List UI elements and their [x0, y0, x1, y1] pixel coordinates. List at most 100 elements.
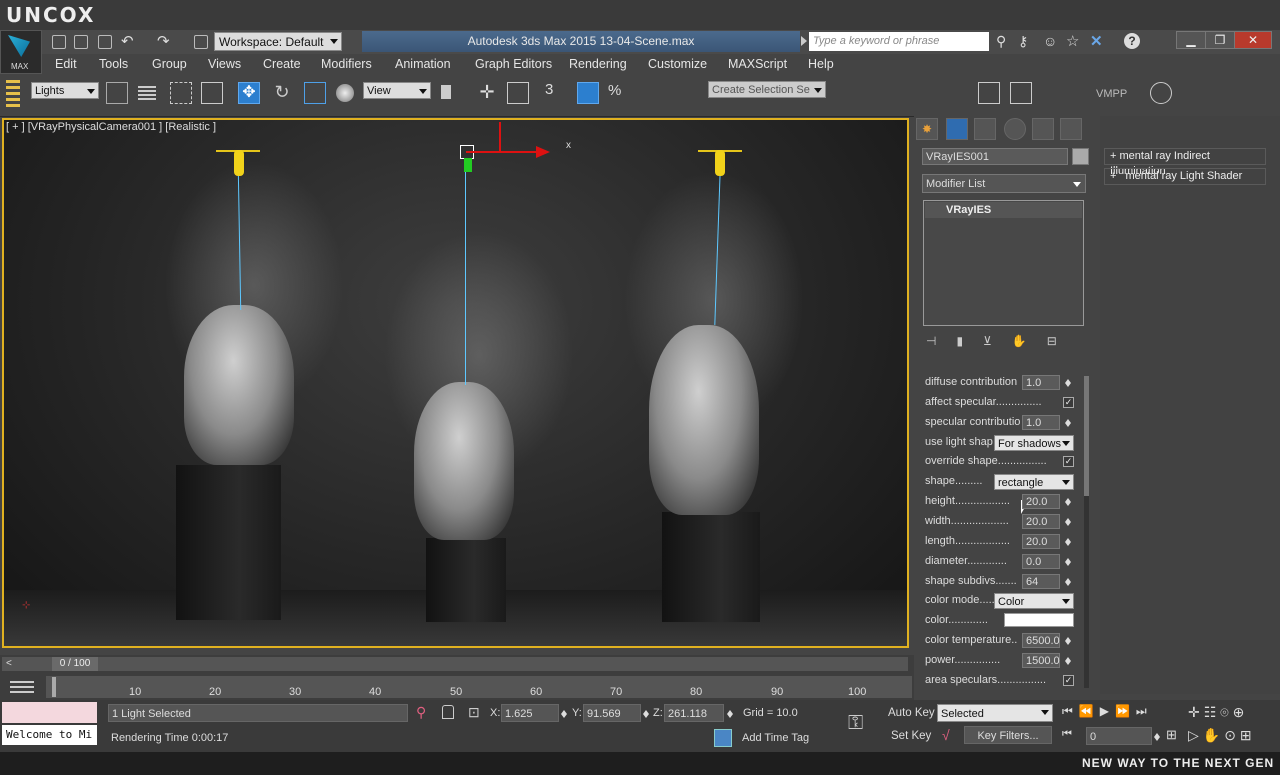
- viewport[interactable]: x ⊹: [2, 118, 909, 648]
- playback-controls[interactable]: ⏮⏪▶⏩⏭: [1062, 704, 1153, 719]
- add-time-tag[interactable]: Add Time Tag: [742, 732, 809, 744]
- star-icon[interactable]: ☆: [1066, 32, 1079, 50]
- object-name-field[interactable]: VRayIES001: [922, 148, 1068, 165]
- undo-icon[interactable]: ↶: [121, 32, 134, 50]
- key-icon[interactable]: ⚷: [1018, 33, 1028, 50]
- modifier-stack-item[interactable]: VRayIES: [925, 202, 1082, 218]
- layer-manager-icon[interactable]: [908, 82, 930, 104]
- mini-curve-editor-icon[interactable]: [6, 677, 38, 697]
- spinner-arrows-icon[interactable]: [1064, 633, 1073, 648]
- auto-key-button[interactable]: Auto Key: [888, 707, 935, 719]
- spinner-arrows-icon[interactable]: [1064, 534, 1073, 549]
- maxscript-listener-white[interactable]: Welcome to Mi: [2, 725, 97, 745]
- percent-snap-icon[interactable]: %: [608, 82, 630, 104]
- align-icon[interactable]: [872, 82, 894, 104]
- spinner-arrows-icon[interactable]: [1064, 494, 1073, 509]
- schematic-view-icon[interactable]: [1010, 82, 1032, 104]
- display-tab-icon[interactable]: [1032, 118, 1054, 140]
- help-icon[interactable]: ?: [1124, 33, 1140, 49]
- material-editor-icon[interactable]: [1047, 82, 1069, 104]
- new-file-icon[interactable]: [52, 35, 66, 49]
- param-spinner-input[interactable]: 0.0: [1022, 554, 1060, 569]
- place-icon[interactable]: [336, 84, 354, 102]
- current-frame-input[interactable]: 0: [1086, 727, 1152, 745]
- create-tab-icon[interactable]: ✸: [916, 118, 938, 140]
- spinner-arrows-icon[interactable]: [1064, 375, 1073, 390]
- stack-controls[interactable]: ⊣▮⊻✋⊟: [926, 334, 1086, 352]
- select-by-name-icon[interactable]: [136, 82, 158, 104]
- modify-tab-icon[interactable]: [946, 118, 968, 140]
- binoculars-icon[interactable]: ⚲: [996, 33, 1006, 50]
- menu-maxscript[interactable]: MAXScript: [728, 57, 787, 71]
- menu-modifiers[interactable]: Modifiers: [321, 57, 372, 71]
- param-spinner-input[interactable]: 64: [1022, 574, 1060, 589]
- menu-edit[interactable]: Edit: [55, 57, 77, 71]
- maximize-button[interactable]: ❐: [1205, 31, 1235, 49]
- param-dropdown[interactable]: rectangle: [994, 474, 1074, 490]
- x-coordinate-input[interactable]: 1.625: [501, 704, 559, 722]
- time-configuration-icon[interactable]: ⊞: [1166, 727, 1177, 743]
- rendered-frame-icon[interactable]: [1188, 82, 1210, 104]
- x-spinner-icon[interactable]: [560, 706, 569, 721]
- time-slider-thumb[interactable]: 0 / 100: [52, 657, 98, 671]
- param-checkbox[interactable]: ✓: [1063, 397, 1074, 408]
- z-coordinate-input[interactable]: 261.118: [664, 704, 724, 722]
- viewport-label[interactable]: [ + ] [VRayPhysicalCamera001 ] [Realisti…: [6, 121, 216, 133]
- param-spinner-input[interactable]: 1.0: [1022, 415, 1060, 430]
- set-key-icon[interactable]: ⚿: [848, 712, 863, 735]
- select-and-rotate-icon[interactable]: ↻: [271, 82, 293, 104]
- close-button[interactable]: ✕: [1234, 31, 1272, 49]
- selection-lock-icon[interactable]: [442, 705, 454, 719]
- window-crossing-icon[interactable]: [201, 82, 223, 104]
- maxscript-listener-pink[interactable]: [2, 702, 97, 723]
- select-object-icon[interactable]: [106, 82, 128, 104]
- rollout-mental-ray-light-shader[interactable]: + mental ray Light Shader: [1104, 168, 1266, 185]
- object-color-swatch[interactable]: [1072, 148, 1089, 165]
- minimize-button[interactable]: ▁: [1176, 31, 1206, 49]
- param-dropdown[interactable]: For shadows: [994, 435, 1074, 451]
- spinner-arrows-icon[interactable]: [1064, 415, 1073, 430]
- search-input[interactable]: Type a keyword or phrase: [809, 32, 989, 51]
- time-tag-icon[interactable]: [714, 729, 732, 747]
- named-selection-input[interactable]: Create Selection Se: [708, 81, 826, 98]
- default-tangents-icon[interactable]: √: [942, 727, 950, 743]
- param-dropdown[interactable]: Color: [994, 593, 1074, 609]
- param-spinner-input[interactable]: 1.0: [1022, 375, 1060, 390]
- param-checkbox[interactable]: ✓: [1063, 456, 1074, 467]
- redo-icon[interactable]: ↷: [157, 32, 170, 50]
- render-iterative-icon[interactable]: [1252, 82, 1274, 104]
- save-icon[interactable]: [98, 35, 112, 49]
- vmpp-label[interactable]: VMPP: [1096, 88, 1127, 100]
- spinner-arrows-icon[interactable]: [1064, 554, 1073, 569]
- x-axis-arrow-icon[interactable]: [536, 146, 556, 158]
- menu-customize[interactable]: Customize: [648, 57, 707, 71]
- y-spinner-icon[interactable]: [642, 706, 651, 721]
- key-mode-toggle-icon[interactable]: ⏮: [1062, 728, 1072, 741]
- param-color-swatch[interactable]: [1004, 613, 1074, 627]
- toolbar-grip-icon[interactable]: [6, 80, 20, 108]
- modifier-list-dropdown[interactable]: Modifier List: [922, 174, 1086, 193]
- rectangular-selection-icon[interactable]: [170, 82, 192, 104]
- vray-ies-light-icon[interactable]: [234, 150, 244, 176]
- param-spinner-input[interactable]: 20.0: [1022, 514, 1060, 529]
- set-key-button[interactable]: Set Key: [891, 730, 931, 742]
- spinner-arrows-icon[interactable]: [1064, 574, 1073, 589]
- angle-snap-icon[interactable]: [577, 82, 599, 104]
- render-production-icon[interactable]: [1220, 82, 1242, 104]
- menu-views[interactable]: Views: [208, 57, 241, 71]
- param-spinner-input[interactable]: 6500.0: [1022, 633, 1060, 648]
- vray-ies-light-icon[interactable]: [715, 150, 725, 176]
- menu-rendering[interactable]: Rendering: [569, 57, 627, 71]
- menu-create[interactable]: Create: [263, 57, 301, 71]
- open-file-icon[interactable]: [74, 35, 88, 49]
- key-filters-button[interactable]: Key Filters...: [964, 726, 1052, 744]
- user-icon[interactable]: ☺: [1043, 33, 1057, 49]
- edit-named-selection-icon[interactable]: [680, 82, 702, 104]
- select-and-move-icon[interactable]: ✥: [238, 82, 260, 104]
- menu-help[interactable]: Help: [808, 57, 834, 71]
- x-axis-gizmo[interactable]: [466, 151, 536, 153]
- isolate-selection-icon[interactable]: ⚲: [416, 704, 426, 721]
- rollout-mental-ray-indirect[interactable]: + mental ray Indirect Illumination: [1104, 148, 1266, 177]
- utilities-tab-icon[interactable]: [1060, 118, 1082, 140]
- param-checkbox[interactable]: ✓: [1063, 675, 1074, 686]
